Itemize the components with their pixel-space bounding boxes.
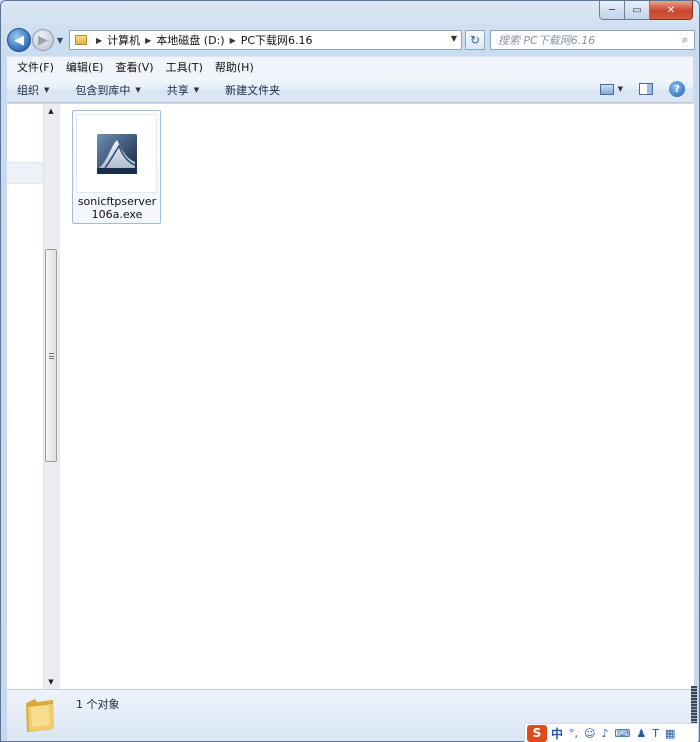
explorer-window: ─ ▭ ✕ ◀ ▶ ▼ ▶ 计算机 ▶ 本地磁盘 (D:) ▶ PC下载网6.1…: [0, 0, 700, 742]
command-bar-right: ▼ ?: [599, 81, 685, 97]
menu-edit[interactable]: 编辑(E): [60, 59, 110, 75]
forward-button[interactable]: ▶: [32, 29, 54, 51]
recent-pages-dropdown[interactable]: ▼: [55, 36, 65, 45]
scrollbar-thumb[interactable]: [45, 249, 57, 462]
file-name: sonicftpserver106a.exe: [77, 195, 157, 221]
ime-toolbar: S 中 °, ☺ ♪ ⌨ ♟ T ▦: [524, 723, 698, 742]
dropdown-arrow-icon: ▼: [193, 85, 200, 94]
sonicftp-exe-icon: [76, 114, 157, 193]
folder-icon: [75, 35, 87, 45]
scroll-down-arrow-icon[interactable]: ▼: [44, 675, 58, 689]
navigation-pane-hover-row[interactable]: [7, 162, 43, 184]
chevron-right-icon[interactable]: ▶: [225, 36, 241, 45]
navigation-pane[interactable]: [7, 104, 43, 689]
chevron-right-icon[interactable]: ▶: [91, 36, 107, 45]
scroll-up-arrow-icon[interactable]: ▲: [44, 104, 58, 118]
new-folder-label: 新建文件夹: [225, 83, 281, 97]
close-button[interactable]: ✕: [650, 1, 693, 20]
navigation-bar: ◀ ▶ ▼ ▶ 计算机 ▶ 本地磁盘 (D:) ▶ PC下载网6.16 ▼ ↻ …: [7, 28, 695, 52]
organize-button[interactable]: 组织 ▼: [17, 82, 49, 98]
new-folder-button[interactable]: 新建文件夹: [225, 82, 280, 98]
chevron-right-icon[interactable]: ▶: [140, 36, 156, 45]
emoji-icon[interactable]: ☺: [584, 727, 595, 740]
include-in-library-label: 包含到库中: [75, 83, 131, 97]
file-list-area[interactable]: sonicftpserver106a.exe: [60, 104, 694, 689]
maximize-button[interactable]: ▭: [625, 1, 650, 20]
address-dropdown-icon[interactable]: ▼: [451, 34, 457, 43]
preview-pane-icon[interactable]: [639, 83, 653, 95]
dropdown-arrow-icon: ▼: [44, 85, 50, 94]
address-bar[interactable]: ▶ 计算机 ▶ 本地磁盘 (D:) ▶ PC下载网6.16 ▼: [69, 30, 462, 50]
refresh-button[interactable]: ↻: [465, 30, 485, 50]
menu-view[interactable]: 查看(V): [109, 59, 159, 75]
file-item[interactable]: sonicftpserver106a.exe: [72, 110, 161, 224]
toolbox-icon[interactable]: ▦: [665, 727, 675, 740]
help-icon[interactable]: ?: [669, 81, 685, 97]
menu-help[interactable]: 帮助(H): [209, 59, 260, 75]
share-label: 共享: [166, 83, 189, 97]
menu-file[interactable]: 文件(F): [11, 59, 60, 75]
navigation-pane-scrollbar[interactable]: ▲ ▼: [43, 104, 58, 689]
view-options-dropdown[interactable]: ▼: [618, 85, 623, 93]
organize-label: 组织: [17, 83, 39, 97]
menu-bar: 文件(F) 编辑(E) 查看(V) 工具(T) 帮助(H): [7, 56, 693, 77]
ime-mode-toggle[interactable]: 中: [551, 725, 563, 742]
microphone-icon[interactable]: ♪: [601, 727, 608, 740]
punctuation-icon[interactable]: °,: [569, 727, 578, 740]
breadcrumb-current-folder[interactable]: PC下载网6.16: [241, 32, 313, 48]
sogou-logo-icon[interactable]: S: [527, 724, 547, 742]
search-icon[interactable]: ⌕: [676, 33, 694, 47]
minimize-button[interactable]: ─: [599, 1, 625, 20]
back-button[interactable]: ◀: [7, 28, 31, 52]
search-input[interactable]: 搜索 PC下载网6.16 ⌕: [490, 30, 695, 50]
item-count: 1 个对象: [76, 698, 120, 711]
command-bar: 组织 ▼ 包含到库中 ▼ 共享 ▼ 新建文件夹 ▼ ?: [7, 77, 693, 103]
menu-tools[interactable]: 工具(T): [160, 59, 209, 75]
dropdown-arrow-icon: ▼: [135, 85, 141, 94]
change-view-icon[interactable]: [599, 83, 614, 95]
breadcrumb-computer[interactable]: 计算机: [107, 32, 140, 48]
include-in-library-button[interactable]: 包含到库中 ▼: [75, 82, 140, 98]
keyboard-icon[interactable]: ⌨: [615, 727, 631, 740]
user-icon[interactable]: ♟: [636, 727, 646, 740]
breadcrumb-local-disk-d[interactable]: 本地磁盘 (D:): [156, 32, 224, 48]
window-caption-buttons: ─ ▭ ✕: [599, 1, 693, 20]
grip-icon: [48, 352, 54, 359]
share-button[interactable]: 共享 ▼: [167, 82, 199, 98]
folder-icon: [26, 699, 54, 732]
skin-icon[interactable]: T: [652, 727, 659, 740]
resize-grip[interactable]: [691, 686, 697, 726]
search-placeholder: 搜索 PC下载网6.16: [498, 34, 596, 47]
